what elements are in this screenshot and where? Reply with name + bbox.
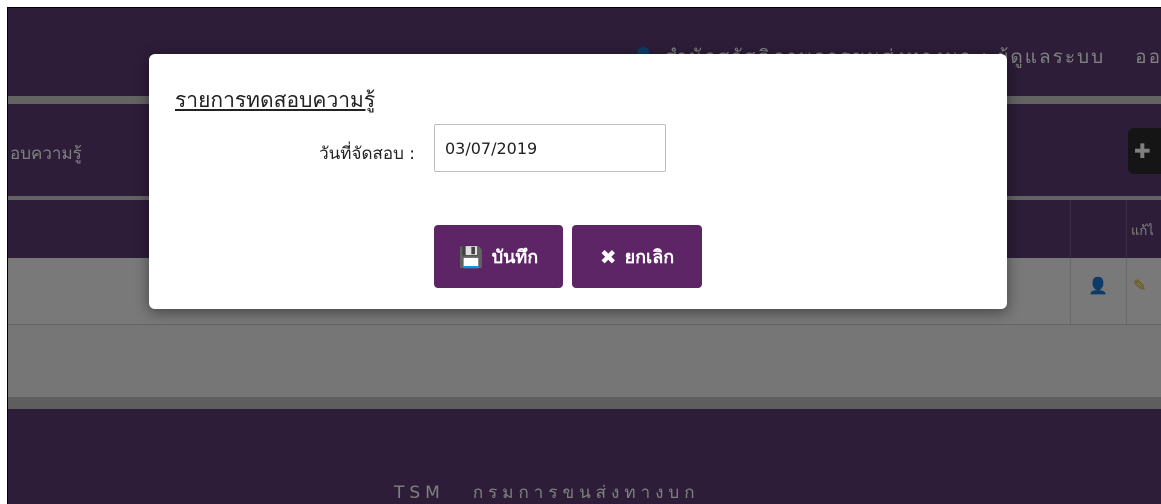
save-button-label: บันทึก xyxy=(491,247,539,268)
exam-date-label: วันที่จัดสอบ : xyxy=(319,144,415,164)
dialog-title: รายการทดสอบความรู้ xyxy=(175,88,376,112)
floppy-disk-icon: 💾 xyxy=(458,244,484,269)
exam-date-input[interactable] xyxy=(434,124,666,172)
exam-date-dialog: รายการทดสอบความรู้ วันที่จัดสอบ : 💾 บันท… xyxy=(149,54,1007,309)
save-button[interactable]: 💾 บันทึก xyxy=(434,225,563,288)
cancel-button-label: ยกเลิก xyxy=(624,247,675,268)
app-frame: 👤 สำนักสวัสดิภาพการขนส่งทางบก : ผู้ดูแลร… xyxy=(7,7,1161,504)
x-icon: ✖ xyxy=(599,244,617,269)
cancel-button[interactable]: ✖ ยกเลิก xyxy=(572,225,702,288)
